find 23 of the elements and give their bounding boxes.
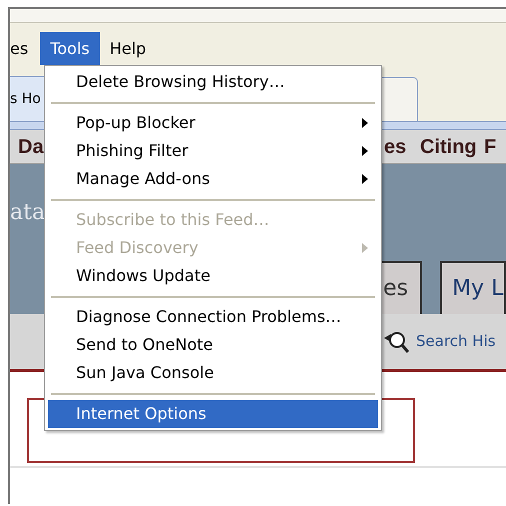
menu-item[interactable]: Delete Browsing History…: [48, 68, 378, 96]
browser-tab[interactable]: [380, 77, 418, 121]
submenu-arrow-icon: [362, 174, 368, 184]
menu-bar-item[interactable]: es: [10, 32, 40, 65]
menu-item[interactable]: Manage Add-ons: [48, 165, 378, 193]
search-icon: [382, 330, 412, 354]
submenu-arrow-icon: [362, 118, 368, 128]
nav-link[interactable]: es: [384, 132, 420, 162]
menu-item[interactable]: Send to OneNote: [48, 331, 378, 359]
nav-link[interactable]: Citing: [420, 132, 484, 162]
nav-link[interactable]: F: [484, 132, 496, 162]
menu-item[interactable]: Pop-up Blocker: [48, 109, 378, 137]
browser-tab[interactable]: s Ho: [10, 76, 46, 121]
banner-text: ata: [10, 202, 46, 224]
menu-bar-item[interactable]: Help: [100, 32, 156, 65]
menu-item[interactable]: Phishing Filter: [48, 137, 378, 165]
menu-bar-item[interactable]: Tools: [40, 32, 100, 65]
submenu-arrow-icon: [362, 243, 368, 253]
submenu-arrow-icon: [362, 146, 368, 156]
menu-item[interactable]: Internet Options: [48, 400, 378, 428]
page-tab[interactable]: My L: [440, 261, 506, 314]
search-history-link[interactable]: Search His: [416, 330, 496, 353]
menu-item[interactable]: Sun Java Console: [48, 359, 378, 387]
